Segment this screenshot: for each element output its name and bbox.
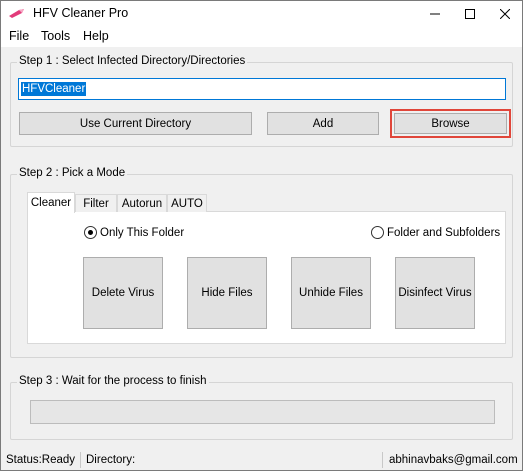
hide-files-label: Hide Files [201, 287, 253, 299]
step2-legend: Step 2 : Pick a Mode [17, 167, 128, 179]
minimize-button[interactable] [418, 1, 452, 27]
delete-virus-label: Delete Virus [91, 287, 155, 299]
minimize-icon [430, 13, 440, 15]
use-current-directory-button[interactable]: Use Current Directory [19, 112, 252, 135]
only-this-folder-label: Only This Folder [100, 226, 185, 239]
step1-legend: Step 1 : Select Infected Directory/Direc… [17, 55, 248, 67]
add-label: Add [312, 117, 334, 130]
tab-filter[interactable]: Filter [75, 194, 117, 212]
hide-files-button[interactable]: Hide Files [187, 257, 267, 329]
main-window: HFV Cleaner Pro File Tools Help Step 1 :… [0, 0, 523, 471]
tab-auto-label: AUTO [171, 197, 203, 210]
browse-label: Browse [431, 117, 470, 130]
browse-button[interactable]: Browse [390, 109, 511, 138]
delete-virus-button[interactable]: Delete Virus [83, 257, 163, 329]
add-button[interactable]: Add [267, 112, 379, 135]
step3-legend: Step 3 : Wait for the process to finish [17, 375, 209, 387]
menu-tools[interactable]: Tools [41, 29, 70, 43]
maximize-button[interactable] [453, 1, 487, 27]
menu-file[interactable]: File [9, 29, 29, 43]
disinfect-virus-label: Disinfect Virus [398, 287, 472, 299]
tab-autorun-label: Autorun [121, 197, 163, 210]
status-text: Status:Ready [6, 454, 76, 466]
status-separator [80, 452, 81, 468]
progress-bar [30, 400, 495, 424]
unhide-files-button[interactable]: Unhide Files [291, 257, 371, 329]
unhide-files-label: Unhide Files [299, 287, 363, 299]
folder-and-subfolders-radio[interactable]: Folder and Subfolders [371, 226, 500, 239]
directory-input[interactable]: HFVCleaner [18, 78, 506, 100]
window-title: HFV Cleaner Pro [33, 6, 129, 20]
directory-input-value: HFVCleaner [21, 82, 87, 96]
title-bar[interactable]: HFV Cleaner Pro [1, 1, 522, 27]
only-this-folder-radio[interactable]: Only This Folder [84, 226, 184, 239]
cleaner-tab-panel: Only This Folder Folder and Subfolders D… [27, 211, 506, 344]
tab-cleaner-label: Cleaner [30, 197, 72, 209]
menu-help[interactable]: Help [83, 29, 109, 43]
lipstick-icon [9, 9, 24, 18]
tab-filter-label: Filter [83, 197, 109, 210]
status-bar: Status:Ready Directory: abhinavbaks@gmai… [1, 450, 522, 470]
maximize-icon [465, 9, 475, 19]
radio-checked-icon [84, 226, 97, 239]
folder-and-subfolders-label: Folder and Subfolders [387, 226, 501, 239]
author-email: abhinavbaks@gmail.com [389, 454, 518, 466]
close-icon [500, 9, 510, 19]
directory-text: Directory: [86, 454, 136, 466]
menu-bar: File Tools Help [1, 27, 522, 47]
close-button[interactable] [488, 1, 522, 27]
browse-button-face: Browse [394, 113, 507, 134]
tab-auto[interactable]: AUTO [167, 194, 207, 212]
status-separator [382, 452, 383, 468]
tab-autorun[interactable]: Autorun [117, 194, 167, 212]
tab-cleaner[interactable]: Cleaner [27, 192, 75, 213]
disinfect-virus-button[interactable]: Disinfect Virus [395, 257, 475, 329]
radio-unchecked-icon [371, 226, 384, 239]
use-current-directory-label: Use Current Directory [79, 117, 192, 130]
